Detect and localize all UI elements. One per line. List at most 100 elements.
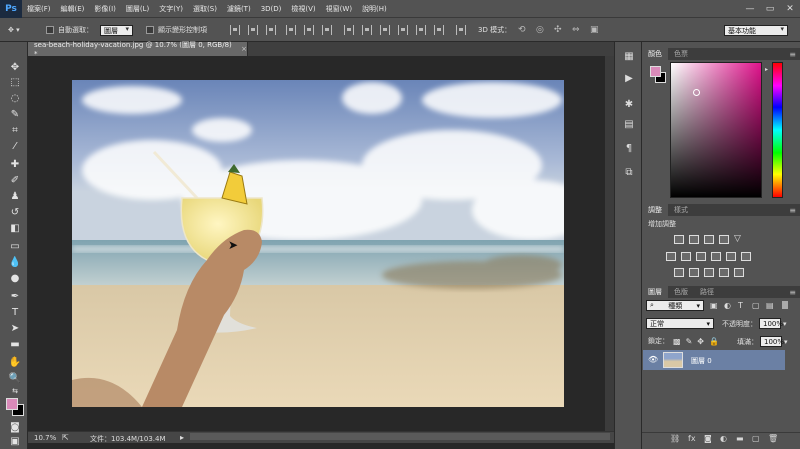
invert-icon[interactable] (674, 268, 684, 277)
quick-select-tool-icon[interactable]: ✎ (8, 107, 22, 121)
filter-type-icon[interactable]: T (738, 301, 743, 310)
black-white-icon[interactable] (711, 252, 721, 261)
opacity-dropdown-icon[interactable]: ▾ (783, 320, 787, 328)
new-group-icon[interactable]: ▬ (736, 434, 744, 443)
layer-kind-filter[interactable]: ⌕ 種類 ▾ (646, 300, 704, 311)
auto-select-target-dropdown[interactable]: 圖層 (100, 25, 133, 36)
move-tool-preset-icon[interactable]: ✥ ▾ (8, 24, 20, 36)
hue-slider-arrow-icon[interactable]: ▸ (765, 66, 768, 73)
exposure-icon[interactable] (719, 235, 729, 244)
blend-mode-dropdown[interactable]: 正常 ▾ (646, 318, 714, 329)
lock-position-icon[interactable]: ✥ (697, 337, 704, 346)
pen-tool-icon[interactable]: ✒ (8, 289, 22, 303)
tab-channels[interactable]: 色版 (668, 286, 694, 298)
auto-align-icon[interactable] (456, 25, 466, 35)
eyedropper-tool-icon[interactable]: ⁄ (8, 139, 22, 153)
transform-controls-checkbox[interactable] (146, 26, 154, 34)
brightness-contrast-icon[interactable] (674, 235, 684, 244)
distribute-right-icon[interactable] (434, 25, 444, 35)
menu-view[interactable]: 檢視(V) (286, 4, 320, 14)
layer-style-icon[interactable]: fx (688, 434, 696, 443)
minimize-button[interactable]: — (740, 0, 760, 18)
character-panel-icon[interactable]: ¶ (623, 142, 635, 154)
menu-select[interactable]: 選取(S) (188, 4, 222, 14)
color-balance-icon[interactable] (696, 252, 706, 261)
crop-tool-icon[interactable]: ⌗ (8, 123, 22, 137)
brush-presets-icon[interactable]: ▤ (623, 118, 635, 130)
document-tab[interactable]: sea-beach-holiday-vacation.jpg @ 10.7% (… (28, 42, 248, 56)
layer-visibility-eye-icon[interactable]: 👁 (648, 355, 658, 364)
menu-edit[interactable]: 編輯(E) (56, 4, 90, 14)
brush-tool-icon[interactable]: ✐ (8, 173, 22, 187)
tab-paths[interactable]: 路徑 (694, 286, 720, 298)
actions-panel-icon[interactable]: ▶ (623, 72, 635, 84)
clone-stamp-tool-icon[interactable]: ♟ (8, 189, 22, 203)
type-tool-icon[interactable]: T (8, 305, 22, 319)
move-tool-icon[interactable]: ✥ (8, 60, 22, 74)
color-panel-menu-icon[interactable]: ≡ (789, 50, 796, 59)
levels-icon[interactable] (689, 235, 699, 244)
3d-scale-icon[interactable]: ▣ (590, 24, 599, 36)
align-left-icon[interactable] (286, 25, 296, 35)
dodge-tool-icon[interactable]: ● (8, 271, 22, 285)
lock-image-icon[interactable]: ✎ (686, 337, 693, 346)
fill-dropdown-icon[interactable]: ▾ (784, 338, 788, 346)
foreground-color-swatch[interactable] (6, 398, 18, 410)
tab-adjustments[interactable]: 調整 (642, 204, 668, 216)
align-bottom-icon[interactable] (266, 25, 276, 35)
history-panel-icon[interactable]: ▦ (623, 50, 635, 62)
lock-transparent-icon[interactable]: ▩ (673, 337, 681, 346)
maximize-button[interactable]: ▭ (760, 0, 780, 18)
add-mask-icon[interactable]: ◙ (704, 434, 712, 443)
hue-saturation-icon[interactable] (681, 252, 691, 261)
workspace-dropdown[interactable]: 基本功能 (724, 25, 788, 36)
layers-panel-menu-icon[interactable]: ≡ (789, 288, 796, 297)
quick-mask-icon[interactable]: ◙ (8, 420, 22, 434)
filter-adjustment-icon[interactable]: ◐ (724, 301, 731, 310)
channel-mixer-icon[interactable] (741, 252, 751, 261)
link-layers-icon[interactable]: ⛓ (670, 434, 680, 443)
distribute-horizontal-center-icon[interactable] (416, 25, 426, 35)
marquee-tool-icon[interactable]: ⬚ (8, 75, 22, 89)
menu-file[interactable]: 檔案(F) (22, 4, 56, 14)
align-horizontal-center-icon[interactable] (304, 25, 314, 35)
distribute-top-icon[interactable] (344, 25, 354, 35)
export-icon[interactable]: ⇱ (62, 433, 69, 442)
close-window-button[interactable]: ✕ (780, 0, 800, 18)
hue-slider[interactable] (772, 62, 783, 198)
history-brush-tool-icon[interactable]: ↺ (8, 205, 22, 219)
curves-icon[interactable] (704, 235, 714, 244)
horizontal-scrollbar[interactable] (190, 433, 610, 440)
photo-filter-icon[interactable] (726, 252, 736, 261)
distribute-left-icon[interactable] (398, 25, 408, 35)
color-picker-marker[interactable] (693, 89, 700, 96)
gradient-tool-icon[interactable]: ▭ (8, 239, 22, 253)
close-tab-icon[interactable]: × (241, 45, 247, 53)
new-layer-icon[interactable]: ▢ (752, 434, 760, 443)
distribute-vertical-center-icon[interactable] (362, 25, 372, 35)
document-image[interactable] (72, 80, 564, 407)
layer-row[interactable]: 👁 圖層 0 (643, 350, 785, 370)
vibrance-icon[interactable] (666, 252, 676, 261)
vertical-scrollbar[interactable] (605, 56, 614, 431)
menu-filter[interactable]: 濾鏡(T) (222, 4, 256, 14)
distribute-bottom-icon[interactable] (380, 25, 390, 35)
menu-3d[interactable]: 3D(D) (256, 5, 287, 13)
align-right-icon[interactable] (322, 25, 332, 35)
hand-tool-icon[interactable]: ✋ (8, 355, 22, 369)
adjustments-panel-menu-icon[interactable]: ≡ (789, 206, 796, 215)
3d-rotate-icon[interactable]: ⟲ (518, 24, 526, 36)
fill-input[interactable]: 100% (760, 336, 782, 347)
menu-layer[interactable]: 圖層(L) (121, 4, 154, 14)
menu-help[interactable]: 說明(H) (357, 4, 392, 14)
tab-styles[interactable]: 樣式 (668, 204, 694, 216)
menu-image[interactable]: 影像(I) (89, 4, 121, 14)
filter-smart-object-icon[interactable]: ▤ (766, 301, 774, 310)
panel-foreground-swatch[interactable] (650, 66, 661, 77)
auto-select-checkbox[interactable] (46, 26, 54, 34)
posterize-icon[interactable] (689, 268, 699, 277)
tab-color[interactable]: 顏色 (642, 48, 668, 60)
lasso-tool-icon[interactable]: ◌ (8, 91, 22, 105)
filter-pixel-icon[interactable]: ▣ (710, 301, 718, 310)
3d-roll-icon[interactable]: ◎ (536, 24, 544, 36)
